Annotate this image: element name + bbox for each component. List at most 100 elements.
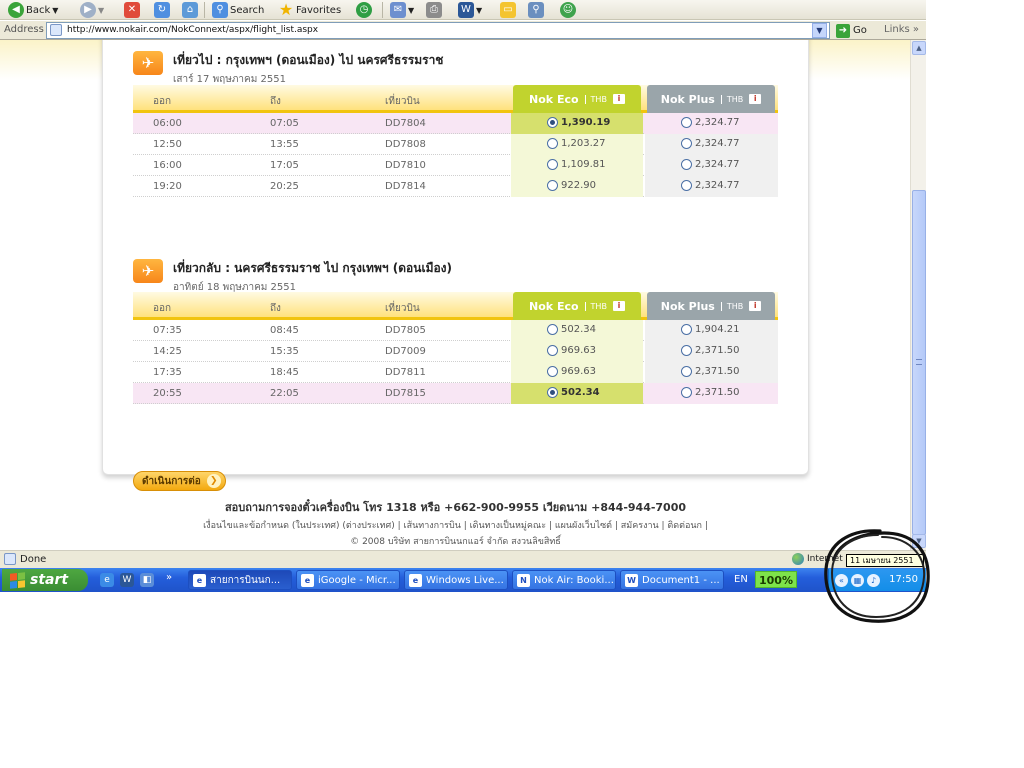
language-indicator[interactable]: EN — [734, 574, 748, 585]
mail-button[interactable]: ✉ ▼ — [390, 0, 414, 19]
eco-fare-option[interactable]: 502.34 — [547, 387, 600, 398]
info-icon[interactable]: i — [612, 301, 625, 311]
scroll-up-icon[interactable]: ▲ — [912, 41, 926, 55]
continue-button[interactable]: ดำเนินการต่อ ❯ — [133, 471, 226, 491]
go-arrow-icon: ➜ — [836, 23, 850, 38]
back-button[interactable]: ◀ Back ▼ — [8, 0, 58, 19]
refresh-icon: ↻ — [154, 2, 170, 18]
messenger-button[interactable]: ☺ — [560, 0, 576, 19]
radio-button[interactable] — [547, 138, 558, 149]
radio-button[interactable] — [681, 324, 692, 335]
eco-fare-option[interactable]: 922.90 — [547, 180, 596, 191]
quicklaunch-chevron-icon[interactable]: » — [166, 572, 172, 583]
eco-fare-cell: 922.90 — [511, 176, 643, 197]
plus-fare-option[interactable]: 2,324.77 — [681, 159, 740, 170]
volume-tray-icon[interactable]: ♪ — [867, 573, 880, 587]
plus-fare-option[interactable]: 2,324.77 — [681, 138, 740, 149]
date-tooltip: 11 เมษายน 2551 — [846, 554, 924, 567]
col-arrive: ถึง — [270, 303, 281, 314]
scrollbar-thumb[interactable] — [912, 190, 926, 535]
plus-fare-option[interactable]: 2,324.77 — [681, 180, 740, 191]
plus-fare-option[interactable]: 2,371.50 — [681, 345, 740, 356]
toolbar-separator — [204, 2, 205, 18]
arrive-time: 15:35 — [270, 346, 299, 357]
links-button[interactable]: Links » — [884, 24, 919, 35]
favorites-button[interactable]: ★ Favorites — [278, 0, 341, 19]
radio-button[interactable] — [547, 345, 558, 356]
desktop-quicklaunch-icon[interactable]: ◧ — [140, 573, 154, 587]
radio-button[interactable] — [681, 117, 692, 128]
radio-button[interactable] — [547, 159, 558, 170]
eco-fare-option[interactable]: 502.34 — [547, 324, 596, 335]
radio-button[interactable] — [681, 345, 692, 356]
table-header: ออก ถึง เที่ยวบิน Nok Eco THB i Nok Plus… — [133, 85, 778, 113]
arrow-tray-icon[interactable]: « — [835, 573, 848, 587]
back-dropdown-icon[interactable]: ▼ — [52, 6, 58, 15]
edit-button[interactable]: W ▼ — [458, 0, 482, 19]
info-icon[interactable]: i — [749, 301, 762, 311]
taskbar-button[interactable]: W Document1 - ... — [620, 570, 724, 590]
scroll-down-icon[interactable]: ▼ — [912, 534, 926, 548]
eco-fare-option[interactable]: 969.63 — [547, 366, 596, 377]
print-button[interactable]: ⎙ — [426, 0, 442, 19]
radio-button[interactable] — [681, 387, 692, 398]
eco-fare-option[interactable]: 1,109.81 — [547, 159, 606, 170]
radio-button[interactable] — [681, 366, 692, 377]
plus-fare-option[interactable]: 1,904.21 — [681, 324, 740, 335]
home-button[interactable]: ⌂ — [182, 0, 198, 19]
discuss-button[interactable]: ▭ — [500, 0, 516, 19]
flight-number: DD7009 — [385, 346, 426, 357]
info-icon[interactable]: i — [612, 94, 625, 104]
radio-button[interactable] — [547, 324, 558, 335]
arrive-time: 08:45 — [270, 325, 299, 336]
plus-fare-option[interactable]: 2,371.50 — [681, 387, 740, 398]
refresh-button[interactable]: ↻ — [154, 0, 170, 19]
radio-button[interactable] — [681, 180, 692, 191]
footer-contact: สอบถามการจองตั๋วเครื่องบิน โทร 1318 หรือ… — [224, 501, 687, 514]
radio-button[interactable] — [681, 159, 692, 170]
footer-links[interactable]: เงื่อนไขและข้อกำหนด (ในประเทศ) (ต่างประเ… — [102, 518, 809, 532]
network-tray-icon[interactable]: ▦ — [851, 573, 864, 587]
taskbar-button[interactable]: e สายการบินนก... — [188, 570, 292, 590]
plus-fare-cell: 2,371.50 — [645, 383, 778, 404]
taskbar-button[interactable]: e iGoogle - Micr... — [296, 570, 400, 590]
toolbar-separator — [382, 2, 383, 18]
word-quicklaunch-icon[interactable]: W — [120, 573, 134, 587]
nok-plus-header: Nok Plus THB i — [647, 292, 775, 320]
address-label: Address — [4, 24, 44, 35]
col-flight: เที่ยวบิน — [385, 303, 420, 314]
flight-row: 502.34 1,904.21 07:35 08:45 DD7805 — [133, 320, 778, 341]
stop-button[interactable]: ✕ — [124, 0, 140, 19]
radio-button[interactable] — [547, 366, 558, 377]
address-input[interactable]: http://www.nokair.com/NokConnext/aspx/fl… — [46, 22, 830, 39]
ie-quicklaunch-icon[interactable]: e — [100, 573, 114, 587]
mail-dropdown-icon[interactable]: ▼ — [408, 6, 414, 15]
clock[interactable]: 17:50 — [889, 574, 918, 585]
forward-button[interactable]: ▶ ▼ — [80, 0, 104, 19]
radio-button[interactable] — [547, 117, 558, 128]
plus-fare-option[interactable]: 2,371.50 — [681, 366, 740, 377]
radio-button[interactable] — [547, 387, 558, 398]
history-button[interactable]: ◷ — [356, 0, 372, 19]
radio-button[interactable] — [547, 180, 558, 191]
windows-logo-icon — [10, 571, 25, 589]
col-flight: เที่ยวบิน — [385, 96, 420, 107]
eco-fare-option[interactable]: 1,203.27 — [547, 138, 606, 149]
radio-button[interactable] — [681, 138, 692, 149]
search-button[interactable]: ⚲ Search — [212, 0, 264, 19]
taskbar-button[interactable]: N Nok Air: Booki... — [512, 570, 616, 590]
eco-fare-option[interactable]: 969.63 — [547, 345, 596, 356]
plus-fare-cell: 2,324.77 — [645, 113, 778, 134]
info-icon[interactable]: i — [749, 94, 762, 104]
research-button[interactable]: ⚲ — [528, 0, 544, 19]
taskbar-button[interactable]: e Windows Live... — [404, 570, 508, 590]
vertical-scrollbar[interactable]: ▲ ▼ — [910, 40, 926, 550]
address-dropdown-icon[interactable]: ▼ — [812, 23, 827, 38]
edit-dropdown-icon[interactable]: ▼ — [476, 6, 482, 15]
plus-fare-option[interactable]: 2,324.77 — [681, 117, 740, 128]
forward-dropdown-icon[interactable]: ▼ — [98, 6, 104, 15]
eco-fare-option[interactable]: 1,390.19 — [547, 117, 610, 128]
start-button[interactable]: start — [2, 569, 88, 591]
taskbar: start e W ◧ » e สายการบินนก... e iGoogle - … — [0, 568, 926, 592]
go-button[interactable]: ➜ Go — [836, 23, 867, 38]
